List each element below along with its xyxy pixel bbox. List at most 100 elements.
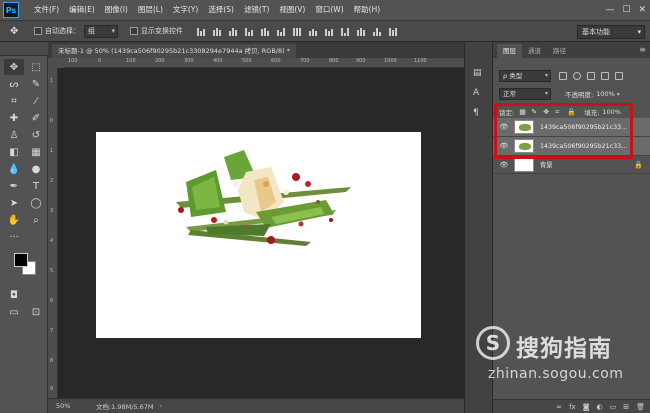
eyedropper-tool-icon[interactable]: ⁄ xyxy=(26,93,46,109)
tab-channels[interactable]: 通道 xyxy=(522,44,547,58)
healing-tool-icon[interactable]: ✚ xyxy=(4,110,24,126)
fx-icon[interactable]: fx xyxy=(569,403,576,411)
type-tool-icon[interactable]: T xyxy=(26,178,46,194)
vertical-ruler[interactable]: 1 0 1 2 3 4 5 6 7 8 9 xyxy=(48,68,58,398)
folder-icon[interactable]: ▭ xyxy=(610,403,617,411)
menu-help[interactable]: 帮助(H) xyxy=(349,0,386,20)
visibility-eye-icon[interactable]: 👁 xyxy=(497,161,511,169)
quick-mask-icon[interactable]: ◘ xyxy=(4,287,24,303)
link-icon[interactable]: ∞ xyxy=(556,403,562,411)
zongzi-illustration[interactable] xyxy=(96,132,421,338)
foreground-color-swatch[interactable] xyxy=(14,253,28,267)
screen-mode-icon[interactable]: ▭ xyxy=(4,304,24,320)
status-menu-arrow-icon[interactable]: › xyxy=(160,402,163,410)
adjustment-icon[interactable]: ◐ xyxy=(597,403,603,411)
filter-pixel-icon[interactable] xyxy=(559,72,567,80)
history-brush-tool-icon[interactable]: ↺ xyxy=(26,127,46,143)
layer-name[interactable]: 背景 xyxy=(540,160,553,169)
menu-window[interactable]: 窗口(W) xyxy=(310,0,348,20)
window-controls: — ☐ ✕ xyxy=(605,0,646,20)
menu-layer[interactable]: 图层(L) xyxy=(133,0,168,20)
distribute-right-icon[interactable] xyxy=(373,27,382,36)
sogou-logo-icon: S xyxy=(476,326,510,360)
document-canvas[interactable] xyxy=(96,132,421,338)
zoom-tool-icon[interactable]: ⌕ xyxy=(26,212,46,228)
menu-image[interactable]: 图像(I) xyxy=(100,0,133,20)
brush-tool-icon[interactable]: ✐ xyxy=(26,110,46,126)
blur-tool-icon[interactable]: 💧 xyxy=(4,161,24,177)
distribute-left-icon[interactable] xyxy=(341,27,350,36)
align-vcenter-icon[interactable] xyxy=(213,27,222,36)
auto-select-option[interactable]: 自动选择： xyxy=(34,26,80,36)
distribute-hcenter-icon[interactable] xyxy=(357,27,366,36)
opacity-value[interactable]: 100% xyxy=(596,90,615,98)
character-panel-icon[interactable]: A xyxy=(473,88,485,100)
ruler-origin[interactable] xyxy=(48,58,64,68)
quick-select-tool-icon[interactable]: ✎ xyxy=(26,76,46,92)
auto-select-checkbox[interactable] xyxy=(34,27,42,35)
auto-select-dropdown[interactable]: 组 xyxy=(84,24,118,38)
menu-items: 文件(F) 编辑(E) 图像(I) 图层(L) 文字(Y) 选择(S) 滤镜(T… xyxy=(29,0,385,20)
filter-adjustment-icon[interactable] xyxy=(573,72,581,80)
shape-tool-icon[interactable]: ◯ xyxy=(26,195,46,211)
transform-controls-checkbox[interactable] xyxy=(130,27,138,35)
layer-thumbnail xyxy=(514,157,534,172)
photoshop-logo[interactable]: Ps xyxy=(3,2,19,18)
frame-icon[interactable]: ⊡ xyxy=(26,304,46,320)
move-tool-icon[interactable]: ✥ xyxy=(4,59,24,75)
menu-file[interactable]: 文件(F) xyxy=(29,0,64,20)
marquee-tool-icon[interactable]: ⬚ xyxy=(26,59,46,75)
more-tools-icon[interactable]: ··· xyxy=(4,229,24,245)
tab-paths[interactable]: 路径 xyxy=(547,44,572,58)
paragraph-panel-icon[interactable]: ¶ xyxy=(473,108,485,120)
blend-mode-dropdown[interactable]: 正常 xyxy=(499,88,551,100)
crop-tool-icon[interactable]: ⌗ xyxy=(4,93,24,109)
menu-view[interactable]: 视图(V) xyxy=(274,0,310,20)
align-bottom-icon[interactable] xyxy=(229,27,238,36)
distribute-bottom-icon[interactable] xyxy=(325,27,334,36)
maximize-icon[interactable]: ☐ xyxy=(622,5,630,15)
new-layer-icon[interactable]: ⊞ xyxy=(623,403,629,411)
distribute-top-icon[interactable] xyxy=(293,27,302,36)
hand-tool-icon[interactable]: ✋ xyxy=(4,212,24,228)
filter-smart-object-icon[interactable] xyxy=(615,72,623,80)
zoom-level[interactable]: 50% xyxy=(56,402,86,410)
eraser-tool-icon[interactable]: ◧ xyxy=(4,144,24,160)
close-icon[interactable]: ✕ xyxy=(638,5,646,15)
stamp-tool-icon[interactable]: ♙ xyxy=(4,127,24,143)
align-hcenter-icon[interactable] xyxy=(261,27,270,36)
menu-type[interactable]: 文字(Y) xyxy=(168,0,203,20)
gradient-tool-icon[interactable]: ▦ xyxy=(26,144,46,160)
trash-icon[interactable]: 🗑 xyxy=(636,403,645,411)
menu-filter[interactable]: 滤镜(T) xyxy=(239,0,274,20)
opacity-dropdown-icon[interactable]: ▾ xyxy=(617,91,620,98)
pen-tool-icon[interactable]: ✒ xyxy=(4,178,24,194)
workspace-dropdown[interactable]: 基本功能 xyxy=(577,25,645,39)
ruler-h-tick: 300 xyxy=(184,58,194,64)
move-tool-icon[interactable]: ✥ xyxy=(10,26,28,37)
tab-layers[interactable]: 图层 xyxy=(497,44,522,58)
panel-menu-icon[interactable]: ≡ xyxy=(639,45,646,54)
document-tab[interactable]: 未标题-1 @ 50% (1439ca506f90295b21c3308294e… xyxy=(52,44,296,58)
layer-kind-filter[interactable]: ρ 类型 xyxy=(499,70,551,82)
menu-edit[interactable]: 编辑(E) xyxy=(64,0,100,20)
distribute-vcenter-icon[interactable] xyxy=(309,27,318,36)
ruler-v-tick: 0 xyxy=(50,118,54,124)
dodge-tool-icon[interactable]: ● xyxy=(26,161,46,177)
minimize-icon[interactable]: — xyxy=(605,5,614,15)
layer-lock-icon: 🔒 xyxy=(634,160,643,169)
filter-type-icon[interactable] xyxy=(587,72,595,80)
mask-icon[interactable]: ◙ xyxy=(583,403,590,411)
history-panel-icon[interactable]: ▤ xyxy=(473,68,485,80)
align-left-icon[interactable] xyxy=(245,27,254,36)
blend-row: 正常 不透明度: 100% ▾ xyxy=(493,88,650,100)
horizontal-ruler[interactable]: 100 0 100 200 300 400 500 600 700 800 90… xyxy=(64,58,464,68)
filter-shape-icon[interactable] xyxy=(601,72,609,80)
align-right-icon[interactable] xyxy=(277,27,286,36)
lasso-tool-icon[interactable]: ᔕ xyxy=(4,76,24,92)
path-select-tool-icon[interactable]: ➤ xyxy=(4,195,24,211)
transform-controls-option[interactable]: 显示变换控件 xyxy=(130,26,183,36)
menu-select[interactable]: 选择(S) xyxy=(203,0,239,20)
auto-align-icon[interactable] xyxy=(389,27,398,36)
align-top-icon[interactable] xyxy=(197,27,206,36)
